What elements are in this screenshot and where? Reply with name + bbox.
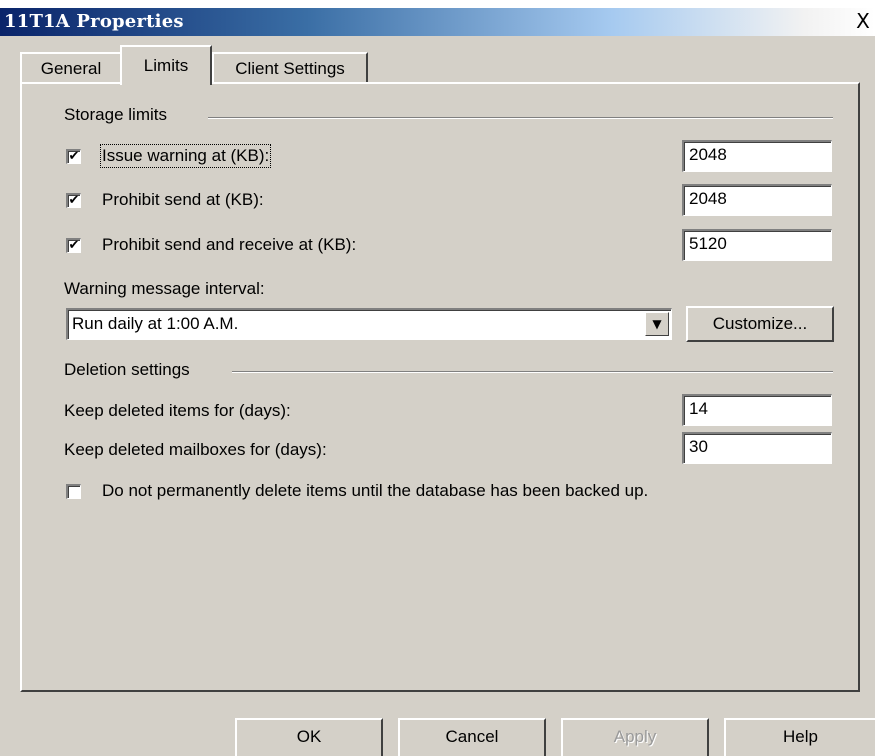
issue-warning-input[interactable]: 2048 [682,140,832,172]
keep-deleted-mailboxes-input[interactable]: 30 [682,432,832,464]
prohibit-send-input[interactable]: 2048 [682,184,832,216]
help-button[interactable]: Help [724,718,875,756]
issue-warning-value: 2048 [689,145,727,164]
close-icon[interactable]: X [851,9,875,33]
storage-limits-divider [208,117,833,119]
limits-tab-panel [20,82,860,692]
tab-client-settings-label: Client Settings [235,59,345,78]
prohibit-send-receive-value: 5120 [689,234,727,253]
chevron-down-icon[interactable]: ▼ [645,312,669,336]
keep-deleted-mailboxes-label: Keep deleted mailboxes for (days): [64,440,327,459]
no-delete-until-backup-label[interactable]: Do not permanently delete items until th… [102,481,648,501]
tab-limits[interactable]: Limits [120,45,212,85]
check-icon: ✔ [68,193,80,208]
tab-client-settings[interactable]: Client Settings [212,52,368,82]
properties-dialog: 11T1A Properties X General Limits Client… [0,0,875,756]
apply-button[interactable]: Apply [561,718,709,756]
title-bar[interactable]: 11T1A Properties X [0,8,875,36]
issue-warning-label[interactable]: Issue warning at (KB): [99,144,272,168]
keep-deleted-mailboxes-value: 30 [689,437,708,456]
tab-general-label: General [40,59,102,78]
window-title: 11T1A Properties [4,11,184,32]
keep-deleted-items-input[interactable]: 14 [682,394,832,426]
prohibit-send-receive-input[interactable]: 5120 [682,229,832,261]
tab-limits-label: Limits [143,56,189,75]
deletion-settings-divider [232,371,833,373]
no-delete-until-backup-checkbox[interactable] [66,484,81,499]
prohibit-send-label[interactable]: Prohibit send at (KB): [102,190,264,210]
cancel-button[interactable]: Cancel [398,718,546,756]
warning-interval-label: Warning message interval: [64,279,265,298]
warning-interval-value: Run daily at 1:00 A.M. [72,314,239,333]
ok-button[interactable]: OK [235,718,383,756]
storage-limits-heading: Storage limits [64,105,167,124]
customize-button[interactable]: Customize... [686,306,834,342]
prohibit-send-receive-checkbox[interactable]: ✔ [66,238,81,253]
issue-warning-checkbox[interactable]: ✔ [66,149,81,164]
prohibit-send-checkbox[interactable]: ✔ [66,193,81,208]
prohibit-send-value: 2048 [689,189,727,208]
top-margin [0,0,875,8]
deletion-settings-heading: Deletion settings [64,360,190,379]
tab-general[interactable]: General [20,52,122,82]
check-icon: ✔ [68,238,80,253]
warning-interval-select[interactable]: Run daily at 1:00 A.M. ▼ [66,308,672,340]
prohibit-send-receive-label[interactable]: Prohibit send and receive at (KB): [102,235,356,255]
check-icon: ✔ [68,149,80,164]
keep-deleted-items-value: 14 [689,399,708,418]
keep-deleted-items-label: Keep deleted items for (days): [64,401,291,420]
